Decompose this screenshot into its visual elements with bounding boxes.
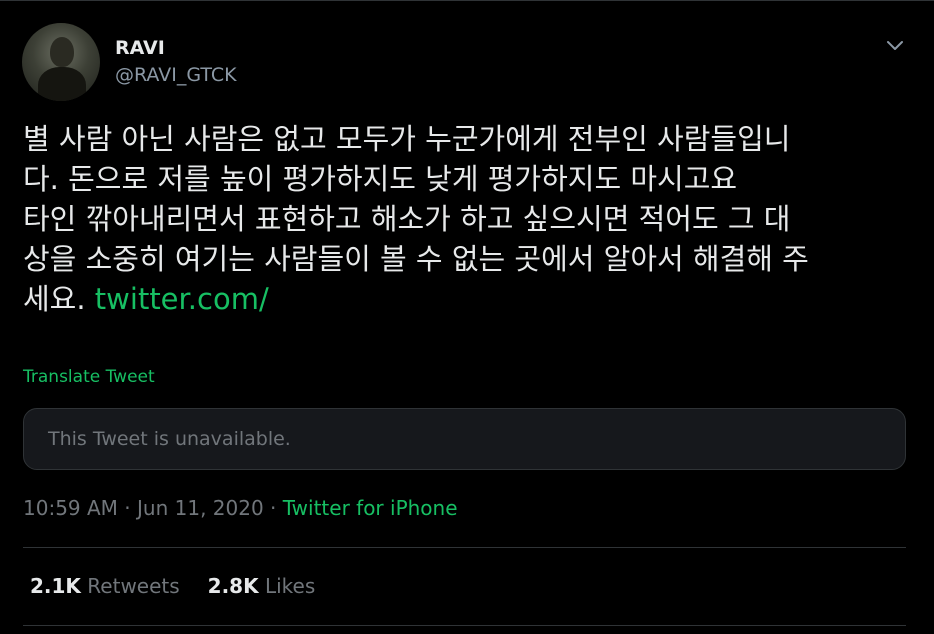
display-name[interactable]: RAVI [115,37,165,59]
quoted-tweet-unavailable[interactable]: This Tweet is unavailable. [23,408,906,470]
retweets-count: 2.1K [30,574,81,598]
tweet-line: 상을 소중히 여기는 사람들이 볼 수 없는 곳에서 알아서 해결해 주 [23,242,809,276]
tweet-line: 다. 돈으로 저를 높이 평가하지도 낮게 평가하지도 마시고요 [23,162,738,196]
tweet-metadata: 10:59 AM · Jun 11, 2020 · Twitter for iP… [23,496,458,520]
tweet-line: 타인 깎아내리면서 표현하고 해소가 하고 싶으시면 적어도 그 대 [23,202,791,236]
avatar-body-shape [38,67,86,101]
divider [23,547,906,548]
tweet-line-last: 세요. twitter.com/ [23,279,913,319]
tweet-date[interactable]: Jun 11, 2020 [137,496,264,520]
chevron-down-icon[interactable] [884,35,906,57]
tweet-line-text: 세요. [23,282,95,316]
divider [23,625,906,626]
retweets-stat[interactable]: 2.1K Retweets [30,574,180,598]
retweets-label: Retweets [87,574,180,598]
translate-tweet-link[interactable]: Translate Tweet [23,367,155,387]
meta-separator: · [263,496,283,520]
engagement-stats: 2.1K Retweets 2.8K Likes [30,574,315,598]
tweet-source[interactable]: Twitter for iPhone [283,496,458,520]
avatar[interactable] [22,23,100,101]
likes-count: 2.8K [207,574,259,598]
likes-stat[interactable]: 2.8K Likes [208,574,316,598]
user-handle[interactable]: @RAVI_GTCK [115,64,237,86]
avatar-head-shape [50,37,74,67]
tweet-card: RAVI @RAVI_GTCK 별 사람 아닌 사람은 없고 모두가 누군가에게… [0,0,934,634]
quote-unavailable-text: This Tweet is unavailable. [48,428,291,450]
tweet-link[interactable]: twitter.com/ [95,282,269,316]
meta-separator: · [117,496,138,520]
likes-label: Likes [264,574,316,598]
tweet-line: 별 사람 아닌 사람은 없고 모두가 누군가에게 전부인 사람들입니 [23,122,791,156]
tweet-text: 별 사람 아닌 사람은 없고 모두가 누군가에게 전부인 사람들입니 다. 돈으… [23,119,913,319]
tweet-time[interactable]: 10:59 AM [23,496,118,520]
